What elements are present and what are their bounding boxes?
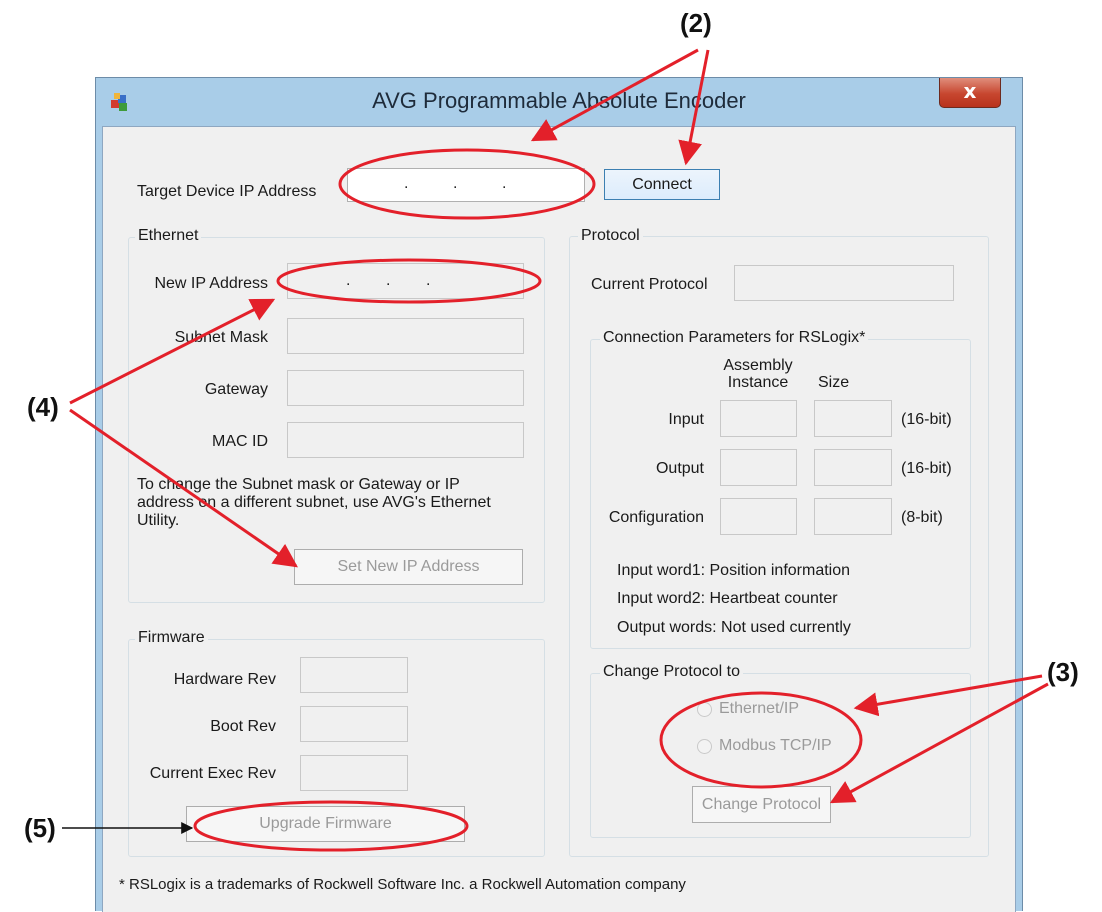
gateway-input[interactable] [287,370,524,406]
mac-label: MAC ID [212,433,268,450]
output-row-label: Output [655,460,704,477]
set-new-ip-button[interactable]: Set New IP Address [294,549,523,585]
new-ip-input[interactable]: . . . [287,263,524,299]
exec-rev-field [300,755,408,791]
info-line-3: Output words: Not used currently [617,619,851,636]
configuration-assembly-field [720,498,797,535]
input-row-label: Input [668,411,704,428]
window-title: AVG Programmable Absolute Encoder [372,88,746,113]
hardware-rev-field [300,657,408,693]
new-ip-label: New IP Address [154,275,268,292]
current-protocol-field [734,265,954,301]
mac-input[interactable] [287,422,524,458]
close-icon: x [963,79,977,103]
radio-ethernet-ip-label[interactable]: Ethernet/IP [719,700,799,718]
configuration-unit: (8-bit) [901,509,943,526]
configuration-row-label: Configuration [608,509,704,526]
annotation-label-5: (5) [24,813,56,843]
input-assembly-field [720,400,797,437]
boot-rev-field [300,706,408,742]
change-protocol-label: Change Protocol to [600,663,743,681]
annotation-label-4: (4) [27,392,59,422]
current-protocol-label: Current Protocol [591,276,708,293]
connection-params-label: Connection Parameters for RSLogix* [600,329,869,347]
input-size-field [814,400,892,437]
protocol-group-label: Protocol [578,227,643,245]
info-line-2: Input word2: Heartbeat counter [617,590,838,607]
output-size-field [814,449,892,486]
boot-rev-label: Boot Rev [210,718,276,735]
annotation-label-2: (2) [680,8,712,38]
ethernet-group-label: Ethernet [135,227,202,245]
footer-note: * RSLogix is a trademarks of Rockwell So… [119,876,686,893]
target-ip-input[interactable]: . . . [347,168,585,202]
upgrade-firmware-button[interactable]: Upgrade Firmware [186,806,465,842]
title-bar[interactable]: AVG Programmable Absolute Encoder x [96,78,1022,126]
firmware-group-label: Firmware [135,629,208,647]
info-line-1: Input word1: Position information [617,562,851,579]
output-unit: (16-bit) [901,460,952,477]
exec-rev-label: Current Exec Rev [149,765,276,782]
annotation-label-3: (3) [1047,657,1079,687]
new-ip-dots: . . . [346,272,431,289]
hardware-rev-label: Hardware Rev [173,671,276,688]
configuration-size-field [814,498,892,535]
target-ip-dots: . . . [404,175,508,192]
close-button[interactable]: x [939,78,1001,108]
radio-ethernet-ip[interactable] [697,702,712,717]
change-protocol-button[interactable]: Change Protocol [692,786,831,823]
ethernet-note: To change the Subnet mask or Gateway or … [137,476,491,529]
radio-modbus-tcp-label[interactable]: Modbus TCP/IP [719,737,832,755]
gateway-label: Gateway [204,381,268,398]
subnet-label: Subnet Mask [174,329,268,346]
assembly-instance-header: Assembly Instance [723,357,793,391]
connect-button[interactable]: Connect [604,169,720,200]
size-header: Size [818,374,850,391]
output-assembly-field [720,449,797,486]
radio-modbus-tcp[interactable] [697,739,712,754]
target-ip-label: Target Device IP Address [137,183,317,200]
input-unit: (16-bit) [901,411,952,428]
subnet-input[interactable] [287,318,524,354]
